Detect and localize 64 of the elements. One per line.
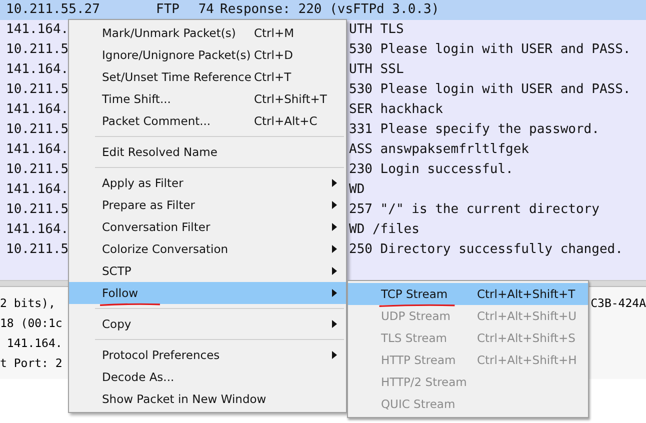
source-cell-text: 10.211.5 xyxy=(6,121,69,139)
source-cell-text: 10.211.5 xyxy=(6,161,69,179)
menu-item: TLS Stream Ctrl+Alt+Shift+S xyxy=(348,327,588,349)
menu-item[interactable]: Mark/Unmark Packet(s) Ctrl+M xyxy=(69,22,346,44)
info-cell-text: UTH TLS xyxy=(349,21,404,39)
menu-item[interactable]: Set/Unset Time Reference Ctrl+T xyxy=(69,66,346,88)
menu-item[interactable]: Follow xyxy=(69,282,346,304)
menu-item[interactable]: Conversation Filter xyxy=(69,216,346,238)
source-cell-text: 10.211.5 xyxy=(6,241,69,259)
info-cell-text: WD /files xyxy=(349,221,420,239)
shortcut-text: Ctrl+Alt+Shift+H xyxy=(477,353,578,367)
source-cell-text: 10.211.5 xyxy=(6,41,69,59)
menu-item: QUIC Stream xyxy=(380,396,456,413)
protocol-cell-text: FTP xyxy=(156,1,180,19)
menu-item[interactable]: TCP Stream Ctrl+Alt+Shift+T xyxy=(348,283,588,305)
shortcut-text: Ctrl+Shift+T xyxy=(254,92,328,106)
shortcut-text: Ctrl+Alt+Shift+S xyxy=(477,331,576,345)
source-cell-text: 10.211.5 xyxy=(6,201,69,219)
source-cell-text: 10.211.55.27 xyxy=(6,1,100,19)
menu-item[interactable]: Time Shift... Ctrl+Shift+T xyxy=(69,88,346,110)
info-cell-text: 331 Please specify the password. xyxy=(349,121,600,139)
menu-item[interactable]: SCTP xyxy=(69,260,346,282)
menu-item: HTTP Stream Ctrl+Alt+Shift+H xyxy=(348,349,588,371)
source-cell-text: 141.164. xyxy=(6,101,69,119)
source-cell-text: 10.211.5 xyxy=(6,81,69,99)
menu-item[interactable]: Ignore/Unignore Packet(s) Ctrl+D xyxy=(69,44,346,66)
source-cell-text: 141.164. xyxy=(6,61,69,79)
detail-text: 18 (00:1c xyxy=(0,315,62,332)
menu-item[interactable]: Colorize Conversation xyxy=(69,238,346,260)
source-cell-text: 141.164. xyxy=(6,21,69,39)
info-cell-text: WD xyxy=(349,181,365,199)
detail-text: 2 bits), xyxy=(0,295,56,312)
detail-text: t Port: 2 xyxy=(0,355,62,372)
source-cell-text: 141.164. xyxy=(6,221,69,239)
source-cell-text: 141.164. xyxy=(6,181,69,199)
menu-item: HTTP/2 Stream xyxy=(380,374,468,391)
shortcut-text: Ctrl+M xyxy=(254,26,296,40)
info-cell-text: 530 Please login with USER and PASS. xyxy=(349,41,631,59)
menu-item: UDP Stream Ctrl+Alt+Shift+U xyxy=(348,305,588,327)
info-cell-text: 530 Please login with USER and PASS. xyxy=(349,81,631,99)
menu-item[interactable]: Prepare as Filter xyxy=(69,194,346,216)
info-cell-text: UTH SSL xyxy=(349,61,404,79)
info-cell-text: 230 Login successful. xyxy=(349,161,514,179)
menu-item[interactable]: Decode As... xyxy=(69,366,346,388)
shortcut-text: Ctrl+D xyxy=(254,48,294,62)
info-cell-text: 257 "/" is the current directory xyxy=(349,201,600,219)
info-cell-text: SER hackhack xyxy=(349,101,443,119)
menu-item[interactable]: Copy xyxy=(69,313,346,335)
info-cell-text: ASS answpaksemfrltlfgek xyxy=(349,141,530,159)
menu-item[interactable]: Apply as Filter xyxy=(69,172,346,194)
menu-item[interactable]: Show Packet in New Window xyxy=(69,388,346,410)
info-cell-text: Response: 220 (vsFTPd 3.0.3) xyxy=(220,1,440,19)
menu-item[interactable]: Packet Comment... Ctrl+Alt+C xyxy=(69,110,346,132)
info-cell-text: 250 Directory successfully changed. xyxy=(349,241,623,259)
detail-text: C3B-424A xyxy=(590,295,646,312)
source-cell-text: 141.164. xyxy=(6,141,69,159)
shortcut-text: Ctrl+Alt+Shift+U xyxy=(477,309,578,323)
menu-item[interactable]: Edit Resolved Name xyxy=(69,141,346,163)
shortcut-text: Ctrl+T xyxy=(254,70,292,84)
detail-text: 141.164. xyxy=(6,335,62,352)
menu-item[interactable]: Protocol Preferences xyxy=(69,344,346,366)
length-cell-text: 74 xyxy=(198,1,215,19)
shortcut-text: Ctrl+Alt+C xyxy=(254,114,318,128)
shortcut-text: Ctrl+Alt+Shift+T xyxy=(477,287,576,301)
